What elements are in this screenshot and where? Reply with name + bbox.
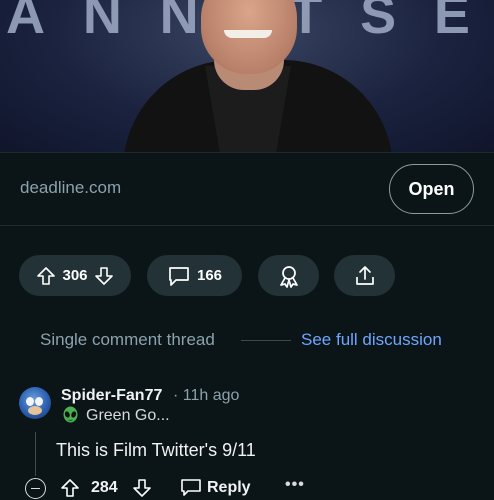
post-image[interactable]: A N N I T S E xyxy=(0,0,494,152)
more-options-button[interactable]: ••• xyxy=(285,476,305,494)
comment-score: 284 xyxy=(91,479,118,496)
comment-timestamp: · 11h ago xyxy=(173,387,240,404)
comment-body: This is Film Twitter's 9/11 xyxy=(56,440,256,460)
reply-button[interactable]: Reply xyxy=(207,479,251,497)
comment-upvote-icon[interactable] xyxy=(60,478,80,500)
share-button[interactable] xyxy=(334,255,395,296)
comments-button[interactable]: 166 xyxy=(147,255,242,296)
user-flair: Green Go... xyxy=(86,407,170,424)
single-thread-label: Single comment thread xyxy=(40,330,215,349)
upvote-icon[interactable] xyxy=(36,266,56,286)
comment-thread-line[interactable] xyxy=(35,432,36,476)
open-link-button[interactable]: Open xyxy=(389,164,474,214)
divider xyxy=(0,225,494,226)
share-icon xyxy=(353,264,377,288)
comment-count: 166 xyxy=(196,267,223,284)
comment-actions: 284 Reply ••• xyxy=(0,476,494,500)
thread-separator xyxy=(241,340,291,341)
comment-downvote-icon[interactable] xyxy=(132,478,152,500)
vote-pill: 306 xyxy=(19,255,131,296)
photo-smile xyxy=(224,30,272,38)
downvote-icon[interactable] xyxy=(94,266,114,286)
link-domain[interactable]: deadline.com xyxy=(20,178,121,198)
see-full-discussion-link[interactable]: See full discussion xyxy=(301,330,442,350)
comment-icon xyxy=(167,265,191,287)
post-score: 306 xyxy=(62,267,88,284)
collapse-icon[interactable] xyxy=(25,478,46,499)
award-icon xyxy=(276,263,302,289)
avatar-snout xyxy=(28,406,42,415)
avatar-eye xyxy=(26,397,34,406)
comment-username[interactable]: Spider-Fan77 xyxy=(61,387,162,405)
award-button[interactable] xyxy=(258,255,319,296)
alien-icon xyxy=(62,406,79,426)
reply-icon[interactable] xyxy=(180,478,202,500)
divider xyxy=(0,152,494,153)
avatar[interactable] xyxy=(19,387,51,419)
avatar-eye xyxy=(35,397,43,406)
